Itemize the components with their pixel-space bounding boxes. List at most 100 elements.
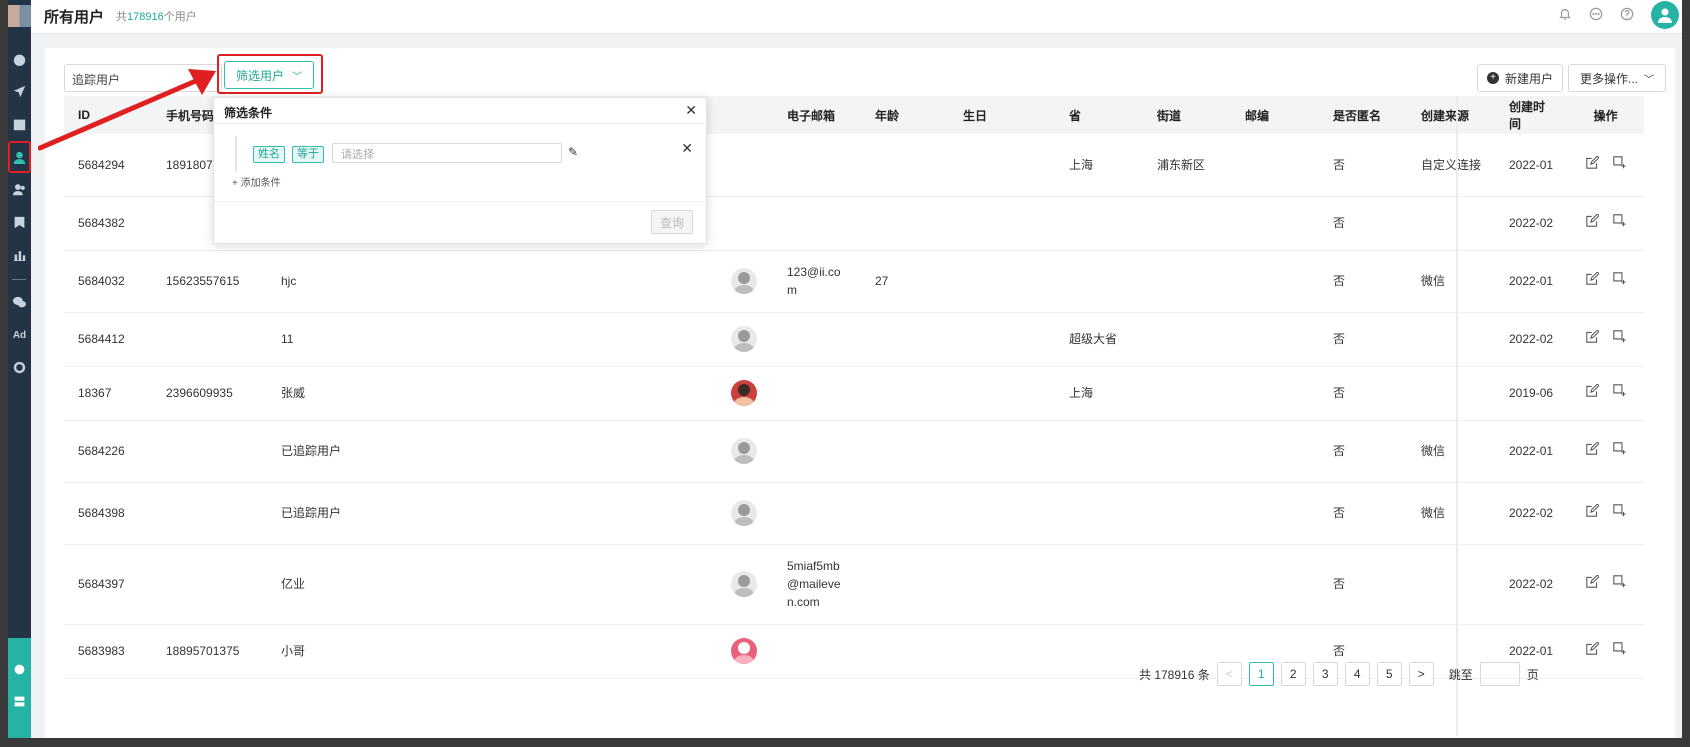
edit-icon[interactable] [1585, 214, 1599, 227]
prev-page-button[interactable]: < [1216, 662, 1242, 686]
chevron-down-icon: ﹀ [1644, 74, 1654, 86]
cell-avatar [717, 420, 773, 483]
cell-age [861, 366, 949, 421]
table-row[interactable]: 5684412 11 超级大省 否 2022-02 [64, 312, 1644, 367]
add-to-list-icon[interactable] [1612, 642, 1626, 655]
cell-province: 上海 [1055, 134, 1143, 197]
message-icon[interactable] [1589, 7, 1605, 23]
dashboard-icon[interactable] [10, 50, 29, 69]
cell-phone [152, 544, 267, 625]
bookmark-icon[interactable] [10, 213, 29, 232]
table-row[interactable]: 5684032 15623557615 hjc 123@ii.com 27 否微信 2022… [64, 250, 1644, 313]
cell-name: 11 [267, 312, 717, 367]
help-icon[interactable] [1620, 7, 1636, 23]
count-value: 178916 [127, 11, 164, 23]
condition-group-bar [235, 136, 237, 172]
page-1-button[interactable]: 1 [1248, 662, 1274, 686]
settings-icon[interactable] [10, 660, 29, 679]
operator-tag[interactable]: 等于 [292, 146, 324, 163]
bar-chart-icon[interactable] [10, 245, 29, 264]
add-to-list-icon[interactable] [1612, 330, 1626, 343]
cell-anonymous: 否 [1319, 312, 1407, 367]
cell-anonymous: 否 [1319, 544, 1407, 625]
cell-id: 5684398 [64, 482, 152, 545]
page-title: 所有用户 [44, 9, 105, 26]
bell-icon[interactable] [1558, 7, 1574, 23]
cell-phone: 18895701375 [152, 624, 267, 679]
table-row[interactable]: 5684397 亿业 5miaf5mb@maileven.com 否 2022-02 [64, 544, 1644, 625]
cell-anonymous: 否 [1319, 134, 1407, 197]
edit-icon[interactable] [1585, 642, 1599, 655]
cell-actions [1567, 420, 1644, 483]
cell-province [1055, 420, 1143, 483]
annotation-arrow [38, 69, 216, 151]
condition-value-input[interactable]: 请选择 [332, 143, 562, 163]
edit-icon[interactable] [1585, 504, 1599, 517]
cell-name: 亿业 [267, 544, 717, 625]
ad-icon[interactable]: Ad [10, 326, 29, 345]
cell-id: 5684397 [64, 544, 152, 625]
cell-street: 浦东新区 [1143, 134, 1231, 197]
page-3-button[interactable]: 3 [1312, 662, 1338, 686]
edit-icon[interactable] [1585, 272, 1599, 285]
next-page-button[interactable]: > [1408, 662, 1434, 686]
table-row[interactable]: 18367 2396609935 张威 上海 否 2019-06 [64, 366, 1644, 421]
server-icon[interactable] [10, 692, 29, 711]
col-source: 创建来源 [1407, 96, 1495, 134]
chevron-down-icon: ﹀ [292, 71, 302, 83]
add-condition-link[interactable]: + 添加条件 [232, 174, 281, 189]
top-header: 所有用户 共178916个用户 [31, 0, 1682, 34]
pencil-icon[interactable]: ✎ [568, 145, 578, 159]
table-icon[interactable] [10, 115, 29, 134]
add-to-list-icon[interactable] [1612, 214, 1626, 227]
add-to-list-icon[interactable] [1612, 504, 1626, 517]
close-icon[interactable]: ✕ [685, 102, 697, 119]
sidebar: Ad [8, 0, 31, 738]
edit-icon[interactable] [1585, 442, 1599, 455]
page-5-button[interactable]: 5 [1376, 662, 1402, 686]
cell-zip [1231, 134, 1319, 197]
account-avatar[interactable] [1651, 1, 1679, 29]
count-prefix: 共 [116, 11, 127, 23]
wechat-icon[interactable] [10, 293, 29, 312]
cell-zip [1231, 250, 1319, 313]
edit-icon[interactable] [1585, 330, 1599, 343]
cell-province: 上海 [1055, 366, 1143, 421]
cell-age: 27 [861, 250, 949, 313]
filter-users-button[interactable]: 筛选用户 ﹀ [224, 61, 314, 89]
table-row[interactable]: 5684398 已追踪用户 否微信 2022-02 [64, 482, 1644, 545]
field-tag[interactable]: 姓名 [253, 146, 285, 163]
remove-condition-icon[interactable]: ✕ [681, 140, 693, 157]
user-icon[interactable] [8, 141, 31, 173]
users-icon[interactable] [10, 180, 29, 199]
jump-label: 跳至 [1448, 667, 1473, 682]
cell-phone: 2396609935 [152, 366, 267, 421]
cell-province: 超级大省 [1055, 312, 1143, 367]
add-to-list-icon[interactable] [1612, 156, 1626, 169]
cell-email [773, 420, 861, 483]
cell-anonymous: 否 [1319, 366, 1407, 421]
sticky-column-divider [1456, 96, 1458, 736]
col-anonymous: 是否匿名 [1319, 96, 1407, 134]
add-to-list-icon[interactable] [1612, 442, 1626, 455]
page-2-button[interactable]: 2 [1280, 662, 1306, 686]
add-to-list-icon[interactable] [1612, 272, 1626, 285]
avatar [731, 326, 757, 352]
send-icon[interactable] [10, 82, 29, 101]
query-button[interactable]: 查询 [651, 210, 693, 234]
jump-page-input[interactable] [1479, 662, 1520, 686]
pagination-total: 共 178916 条 [1139, 667, 1210, 682]
edit-icon[interactable] [1585, 575, 1599, 588]
edit-icon[interactable] [1585, 384, 1599, 397]
add-to-list-icon[interactable] [1612, 384, 1626, 397]
cell-source: 微信 [1407, 482, 1495, 545]
table-row[interactable]: 5684226 已追踪用户 否微信 2022-01 [64, 420, 1644, 483]
more-actions-button[interactable]: 更多操作... ﹀ [1568, 64, 1666, 92]
target-icon[interactable] [10, 358, 29, 377]
cell-birthday [949, 482, 1055, 545]
page-4-button[interactable]: 4 [1344, 662, 1370, 686]
new-user-button[interactable]: + 新建用户 [1477, 64, 1563, 92]
edit-icon[interactable] [1585, 155, 1599, 169]
cell-age [861, 420, 949, 483]
add-to-list-icon[interactable] [1612, 575, 1626, 588]
